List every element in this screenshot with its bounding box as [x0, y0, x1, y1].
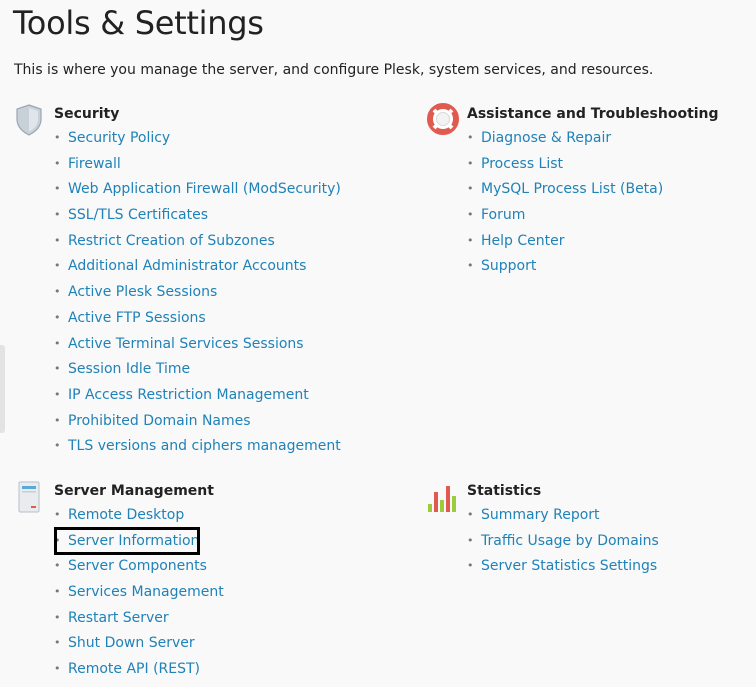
security-links: • Security Policy • Firewall • Web Applicat… — [54, 125, 341, 459]
link-additional-admin-accounts[interactable]: Additional Administrator Accounts — [68, 258, 306, 274]
shield-icon — [14, 103, 44, 137]
list-item: • Security Policy — [54, 130, 171, 146]
list-item: • TLS versions and ciphers management — [54, 438, 341, 455]
link-support[interactable]: Support — [481, 258, 536, 274]
link-process-list[interactable]: Process List — [481, 156, 563, 172]
list-item: • Forum — [467, 207, 526, 224]
link-remote-api[interactable]: Remote API (REST) — [68, 661, 200, 677]
assistance-links: • Diagnose & Repair • Process List • MySQL … — [467, 125, 663, 279]
link-summary-report[interactable]: Summary Report — [481, 507, 600, 523]
link-help-center[interactable]: Help Center — [481, 233, 565, 249]
link-ip-access-restriction[interactable]: IP Access Restriction Management — [68, 387, 309, 403]
list-item: • Process List — [467, 155, 564, 172]
list-item: • Active Terminal Services Sessions — [54, 335, 304, 352]
list-item: • Active Plesk Sessions — [54, 284, 218, 301]
link-remote-desktop[interactable]: Remote Desktop — [68, 507, 184, 523]
link-restart-server[interactable]: Restart Server — [68, 610, 169, 626]
link-firewall[interactable]: Firewall — [68, 156, 121, 172]
list-item: • Diagnose & Repair — [467, 130, 612, 146]
link-restrict-subzones[interactable]: Restrict Creation of Subzones — [68, 233, 275, 249]
list-item: • IP Access Restriction Management — [54, 386, 309, 403]
section-title: Assistance and Troubleshooting — [467, 106, 719, 122]
list-item: • Firewall — [54, 155, 121, 172]
list-item: • Restrict Creation of Subzones — [54, 232, 275, 249]
link-server-components[interactable]: Server Components — [68, 558, 207, 574]
list-item: • Remote API (REST) — [54, 661, 201, 678]
list-item: • Prohibited Domain Names — [54, 412, 251, 429]
list-item: • Shut Down Server — [54, 635, 195, 652]
section-title: Security — [54, 106, 120, 122]
list-item: • Support — [467, 258, 537, 275]
list-item: • Remote Desktop — [54, 507, 185, 523]
list-item: • Session Idle Time — [54, 361, 191, 378]
list-item: • Help Center — [467, 232, 565, 249]
list-item: • Summary Report — [467, 507, 600, 523]
link-server-statistics-settings[interactable]: Server Statistics Settings — [481, 558, 657, 574]
section-title: Server Management — [54, 483, 214, 499]
link-active-ftp-sessions[interactable]: Active FTP Sessions — [68, 310, 206, 326]
link-forum[interactable]: Forum — [481, 207, 525, 223]
page-description: This is where you manage the server, and… — [14, 62, 654, 78]
scrollbar-handle[interactable] — [0, 345, 5, 433]
list-item: • Restart Server — [54, 609, 169, 626]
bar-chart-icon — [427, 480, 457, 514]
lifebuoy-icon — [427, 103, 459, 137]
list-item: • SSL/TLS Certificates — [54, 207, 208, 224]
section-title: Statistics — [467, 483, 542, 499]
list-item: • Additional Administrator Accounts — [54, 258, 307, 275]
page-title: Tools & Settings — [13, 4, 264, 42]
link-security-policy[interactable]: Security Policy — [68, 130, 170, 146]
link-diagnose-repair[interactable]: Diagnose & Repair — [481, 130, 611, 146]
link-web-application-firewall[interactable]: Web Application Firewall (ModSecurity) — [68, 181, 341, 197]
list-item: • Server Components — [54, 558, 207, 575]
link-ssl-tls-certificates[interactable]: SSL/TLS Certificates — [68, 207, 208, 223]
link-mysql-process-list[interactable]: MySQL Process List (Beta) — [481, 181, 663, 197]
list-item: • MySQL Process List (Beta) — [467, 181, 664, 198]
link-session-idle-time[interactable]: Session Idle Time — [68, 361, 190, 377]
list-item: • Web Application Firewall (ModSecurity) — [54, 181, 341, 198]
statistics-links: • Summary Report • Traffic Usage by Domain… — [467, 502, 659, 579]
link-tls-versions-ciphers[interactable]: TLS versions and ciphers management — [68, 438, 341, 454]
link-prohibited-domain-names[interactable]: Prohibited Domain Names — [68, 413, 251, 429]
highlight-box — [54, 527, 200, 555]
link-shut-down-server[interactable]: Shut Down Server — [68, 635, 195, 651]
link-active-terminal-sessions[interactable]: Active Terminal Services Sessions — [68, 336, 304, 352]
list-item: • Services Management — [54, 584, 224, 601]
list-item: • Server Statistics Settings — [467, 558, 658, 575]
list-item: • Active FTP Sessions — [54, 309, 206, 326]
list-item: • Traffic Usage by Domains — [467, 532, 659, 549]
server-icon — [14, 480, 44, 514]
link-active-plesk-sessions[interactable]: Active Plesk Sessions — [68, 284, 217, 300]
link-traffic-usage-by-domains[interactable]: Traffic Usage by Domains — [481, 533, 659, 549]
link-services-management[interactable]: Services Management — [68, 584, 224, 600]
